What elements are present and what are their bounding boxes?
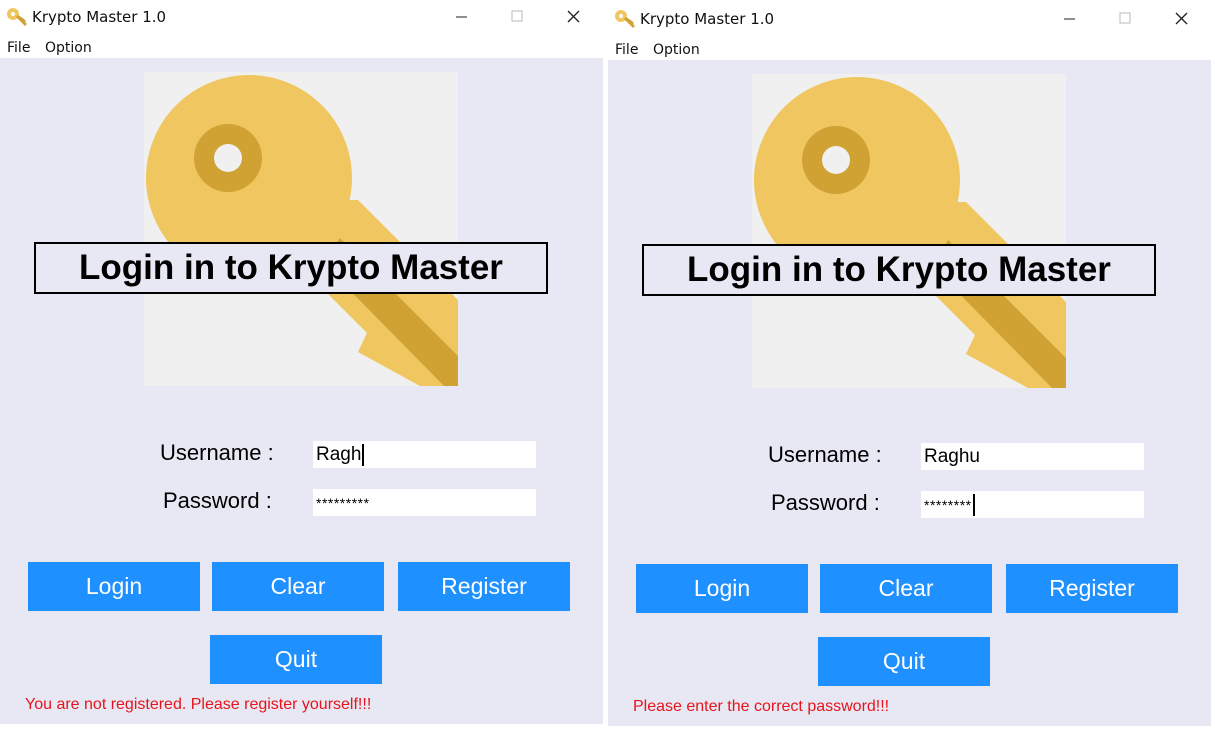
login-banner: Login in to Krypto Master xyxy=(642,244,1156,296)
username-value: Raghu xyxy=(924,445,980,467)
menu-option[interactable]: Option xyxy=(653,42,700,58)
password-value: ******** xyxy=(924,496,972,513)
app-key-icon xyxy=(7,8,27,26)
username-input[interactable]: Ragh xyxy=(313,441,536,468)
minimize-icon[interactable] xyxy=(1049,6,1089,32)
app-key-icon xyxy=(615,10,635,28)
menu-bar: File Option xyxy=(608,36,1211,60)
menu-file[interactable]: File xyxy=(7,40,30,56)
error-message: Please enter the correct password!!! xyxy=(633,698,890,715)
quit-button[interactable]: Quit xyxy=(210,635,382,684)
error-message: You are not registered. Please register … xyxy=(25,696,372,713)
key-logo-icon xyxy=(144,72,458,386)
maximize-icon[interactable] xyxy=(1105,6,1145,32)
register-button[interactable]: Register xyxy=(398,562,570,611)
login-button[interactable]: Login xyxy=(636,564,808,613)
username-label: Username : xyxy=(768,442,882,467)
password-label: Password : xyxy=(163,488,272,513)
title-bar[interactable]: Krypto Master 1.0 xyxy=(608,2,1211,36)
quit-button[interactable]: Quit xyxy=(818,637,990,686)
login-window-2: Krypto Master 1.0 File Option Login in t… xyxy=(608,2,1211,726)
login-window-1: Krypto Master 1.0 File Option Login in t… xyxy=(0,0,603,724)
menu-option[interactable]: Option xyxy=(45,40,92,56)
maximize-icon[interactable] xyxy=(497,4,537,30)
username-value: Ragh xyxy=(316,443,362,465)
text-caret xyxy=(362,443,365,466)
clear-button[interactable]: Clear xyxy=(820,564,992,613)
register-button[interactable]: Register xyxy=(1006,564,1178,613)
login-button[interactable]: Login xyxy=(28,562,200,611)
login-banner: Login in to Krypto Master xyxy=(34,242,548,294)
password-label: Password : xyxy=(771,490,880,515)
title-bar[interactable]: Krypto Master 1.0 xyxy=(0,0,603,34)
login-form: Login in to Krypto Master Username : Pas… xyxy=(608,60,1211,726)
key-logo-icon xyxy=(752,74,1066,388)
window-title: Krypto Master 1.0 xyxy=(32,8,167,26)
password-input[interactable]: ******** xyxy=(921,491,1144,518)
login-form: Login in to Krypto Master Username : Pas… xyxy=(0,58,603,724)
password-input[interactable]: ********* xyxy=(313,489,536,516)
password-value: ********* xyxy=(316,494,370,511)
menu-bar: File Option xyxy=(0,34,603,58)
username-input[interactable]: Raghu xyxy=(921,443,1144,470)
window-title: Krypto Master 1.0 xyxy=(640,10,775,28)
menu-file[interactable]: File xyxy=(615,42,638,58)
minimize-icon[interactable] xyxy=(441,4,481,30)
clear-button[interactable]: Clear xyxy=(212,562,384,611)
text-caret xyxy=(972,493,975,516)
username-label: Username : xyxy=(160,440,274,465)
close-icon[interactable] xyxy=(1161,6,1201,32)
close-icon[interactable] xyxy=(553,4,593,30)
